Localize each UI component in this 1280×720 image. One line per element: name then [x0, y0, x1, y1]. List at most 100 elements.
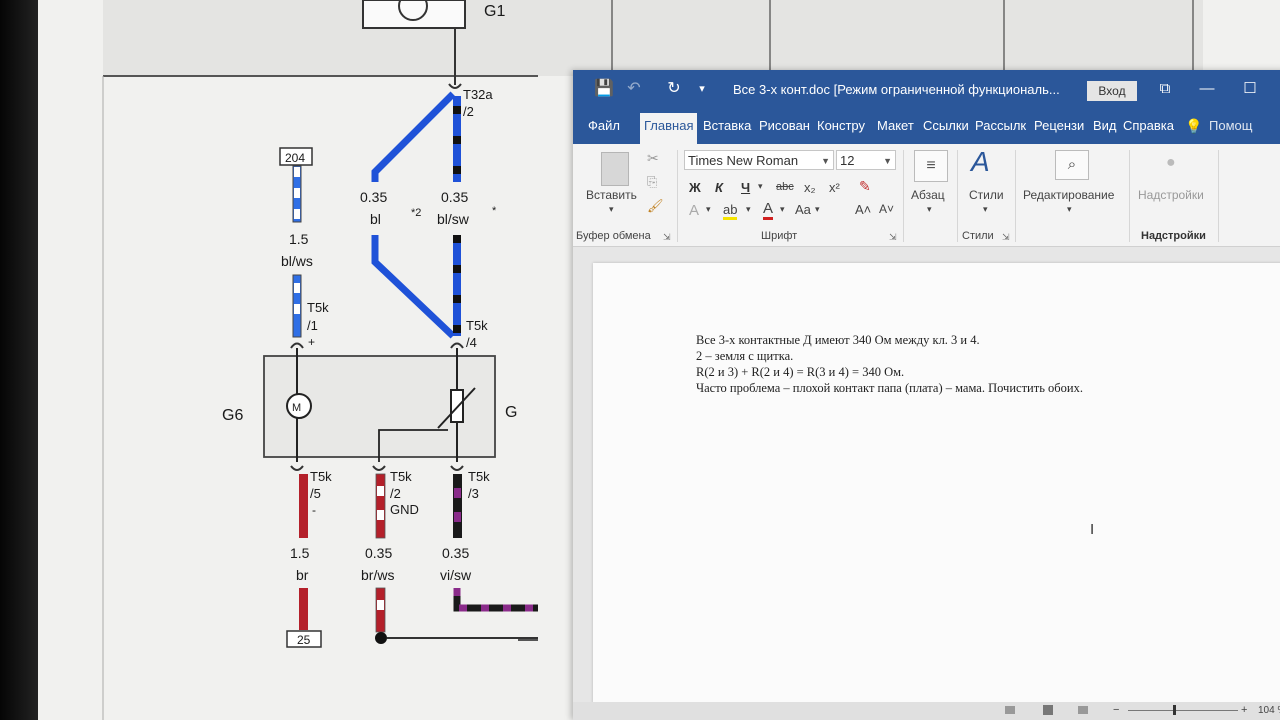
document-line-2: 2 – земля с щитка. [696, 349, 794, 363]
addins-icon[interactable]: ● [1166, 154, 1176, 172]
paragraph-button[interactable]: Абзац [911, 188, 945, 202]
bold-button[interactable]: Ж [689, 180, 701, 195]
tab-tell-me[interactable]: Помощ [1209, 118, 1252, 133]
change-case-icon[interactable]: Aa [795, 202, 811, 217]
tab-view[interactable]: Вид [1093, 118, 1117, 133]
shrink-font-icon[interactable]: A˅ [879, 202, 894, 216]
styles-launcher-icon[interactable]: ⇲ [1002, 232, 1010, 243]
bottom-right-size: 0.35 [442, 545, 469, 561]
zoom-slider-thumb[interactable] [1173, 705, 1176, 715]
underline-button[interactable]: Ч [741, 180, 750, 195]
tab-design[interactable]: Констру [817, 118, 865, 133]
document-line-4: Часто проблема – плохой контакт папа (пл… [696, 381, 1083, 395]
superscript-button[interactable]: x² [829, 180, 840, 195]
lightbulb-icon[interactable]: 💡 [1185, 118, 1202, 135]
change-case-dropdown-icon[interactable]: ▾ [815, 204, 820, 215]
read-mode-icon[interactable] [1005, 706, 1015, 714]
grow-font-icon[interactable]: A˄ [855, 202, 871, 217]
highlight-dropdown-icon[interactable]: ▾ [746, 204, 751, 215]
styles-dropdown-icon[interactable]: ▾ [983, 204, 988, 215]
login-button[interactable]: Вход [1087, 81, 1137, 101]
italic-button[interactable]: К [715, 180, 723, 195]
paragraph-dropdown-icon[interactable]: ▾ [927, 204, 932, 215]
editing-button[interactable]: Редактирование [1023, 188, 1114, 202]
zoom-in-icon[interactable]: + [1241, 704, 1247, 716]
wire-mid-color: bl [370, 211, 381, 227]
font-size-select[interactable]: 12 ▼ [836, 150, 896, 170]
title-bar: 💾 ↶ ↻ ▾ Все 3-х конт.doc [Режим ограниче… [573, 70, 1280, 110]
tab-home[interactable]: Главная [640, 113, 698, 144]
conn4-icon [450, 342, 464, 349]
conn3-pin: /3 [468, 486, 479, 501]
text-effects-dropdown-icon[interactable]: ▾ [706, 204, 711, 215]
minimize-icon[interactable]: — [1195, 79, 1219, 99]
tab-mailings[interactable]: Рассылк [975, 118, 1026, 133]
font-color-icon[interactable]: A [763, 200, 774, 220]
clipboard-launcher-icon[interactable]: ⇲ [663, 232, 671, 243]
font-size-dropdown-icon: ▼ [883, 156, 892, 166]
format-painter-icon[interactable]: 🖌 [647, 198, 664, 214]
bottom-mid-color: br/ws [361, 567, 394, 583]
cut-icon[interactable]: ✂ [647, 150, 659, 167]
document-line-3: R(2 и 3) + R(2 и 4) = R(3 и 4) = 340 Ом. [696, 365, 905, 379]
monitor-bezel [0, 0, 38, 720]
maximize-icon[interactable]: ☐ [1238, 79, 1262, 99]
tab-layout[interactable]: Макет [877, 118, 914, 133]
tab-insert[interactable]: Вставка [703, 118, 751, 133]
conn5-label: T5k [310, 469, 332, 484]
search-icon[interactable]: ⌕ [1055, 150, 1089, 180]
copy-icon[interactable]: ⎘ [647, 174, 657, 190]
addins-button[interactable]: Надстройки [1138, 188, 1204, 202]
undo-icon[interactable]: ↶ [623, 78, 645, 100]
editing-dropdown-icon[interactable]: ▾ [1067, 204, 1072, 215]
quick-access-menu-icon[interactable]: ▾ [691, 78, 713, 100]
wire-mid-note: *2 [411, 207, 421, 219]
text-effects-icon[interactable]: A [689, 202, 699, 219]
web-layout-icon[interactable] [1078, 706, 1088, 714]
diagram-top-panel [103, 0, 1203, 76]
clear-formatting-icon[interactable]: ✎ [859, 178, 871, 195]
document-page[interactable]: Все 3-х контактные Д имеют 340 Ом между … [593, 263, 1280, 703]
zoom-level[interactable]: 104 % [1258, 705, 1280, 716]
styles-button[interactable]: Стили [969, 188, 1004, 202]
font-color-dropdown-icon[interactable]: ▾ [780, 204, 785, 215]
tab-review[interactable]: Рецензи [1034, 118, 1084, 133]
paste-icon[interactable] [601, 152, 629, 186]
subscript-button[interactable]: x₂ [804, 180, 816, 195]
font-group-label: Шрифт [761, 230, 798, 242]
font-name-dropdown-icon: ▼ [821, 156, 830, 166]
conn1-sign: + [308, 335, 315, 349]
connector-top-pin: /2 [463, 104, 474, 119]
bottom-right-color: vi/sw [440, 567, 472, 583]
tab-draw[interactable]: Рисован [759, 118, 810, 133]
zoom-slider[interactable] [1128, 710, 1238, 711]
print-layout-icon[interactable] [1043, 705, 1053, 715]
zoom-out-icon[interactable]: − [1113, 704, 1119, 716]
conn4-label: T5k [466, 318, 488, 333]
tab-file[interactable]: Файл [588, 118, 620, 133]
strikethrough-button[interactable]: abc [776, 181, 794, 193]
underline-dropdown-icon[interactable]: ▾ [758, 181, 763, 192]
styles-icon[interactable]: A [971, 146, 990, 178]
wire-left-size: 1.5 [289, 231, 309, 247]
redo-icon[interactable]: ↻ [663, 78, 685, 100]
wire-left-color: bl/ws [281, 253, 313, 269]
highlight-icon[interactable]: ab [723, 202, 738, 220]
conn1-pin: /1 [307, 318, 318, 333]
font-name-select[interactable]: Times New Roman ▼ [684, 150, 834, 170]
paragraph-icon[interactable]: ≡ [914, 150, 948, 182]
ribbon-display-icon[interactable]: ⧉ [1153, 79, 1177, 99]
wire-right-color: bl/sw [437, 211, 470, 227]
conn5-sign: - [312, 503, 316, 517]
font-launcher-icon[interactable]: ⇲ [889, 232, 897, 243]
component-g1-label: G1 [484, 3, 505, 20]
component-g-label: G [505, 404, 517, 421]
wire-br-upper [299, 474, 308, 538]
tab-help[interactable]: Справка [1123, 118, 1174, 133]
tab-references[interactable]: Ссылки [923, 118, 969, 133]
save-icon[interactable]: 💾 [593, 78, 615, 100]
wire-mid-size: 0.35 [360, 189, 387, 205]
bottom-left-color: br [296, 567, 309, 583]
paste-dropdown-icon[interactable]: ▾ [609, 204, 614, 215]
paste-button[interactable]: Вставить [586, 188, 637, 202]
